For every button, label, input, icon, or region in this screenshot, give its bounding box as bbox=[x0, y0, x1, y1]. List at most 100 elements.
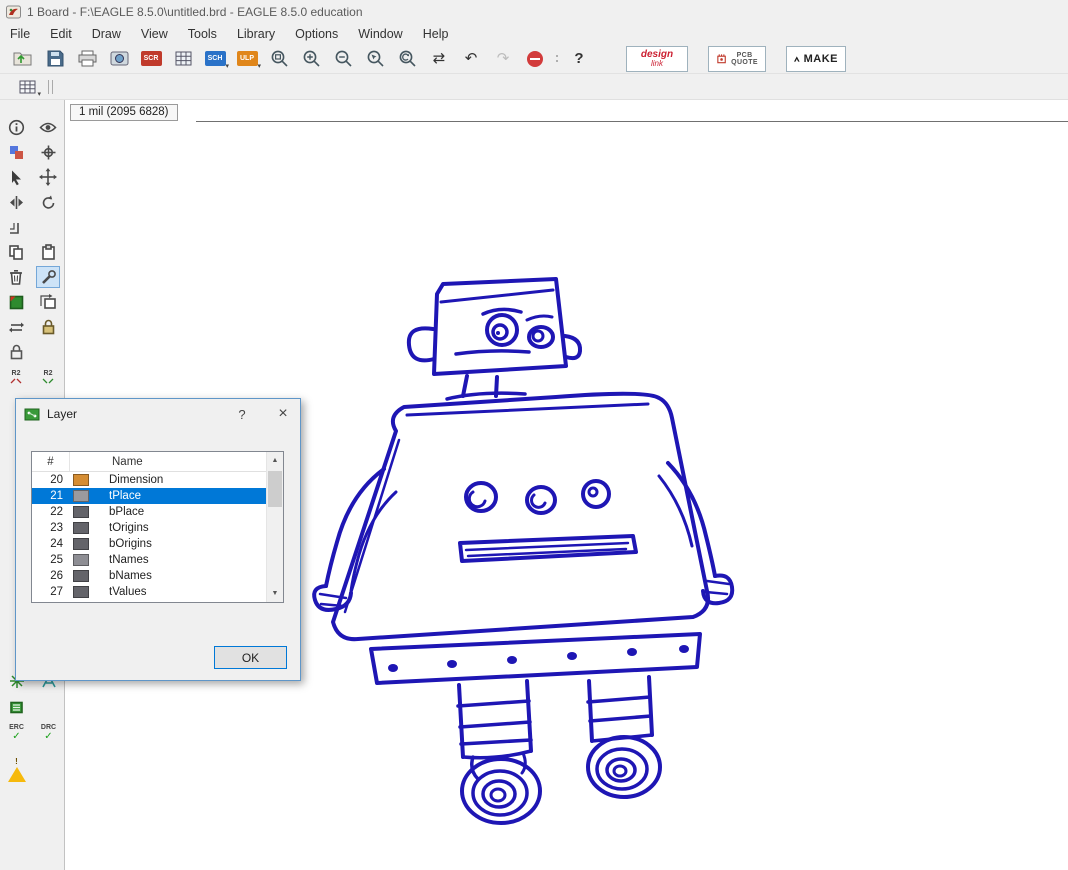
menu-file[interactable]: File bbox=[0, 25, 40, 43]
layer-color-swatch[interactable] bbox=[73, 554, 89, 566]
layer-row[interactable]: 22 bPlace bbox=[32, 504, 283, 520]
help-button[interactable]: ? bbox=[566, 47, 592, 71]
robot-neck bbox=[445, 374, 527, 401]
layer-row[interactable]: 23 tOrigins bbox=[32, 520, 283, 536]
wire-bend-tool[interactable] bbox=[4, 216, 28, 238]
paste-tool[interactable] bbox=[36, 241, 60, 263]
make-label: MAKE bbox=[803, 52, 838, 65]
layer-color-swatch[interactable] bbox=[73, 570, 89, 582]
print-button[interactable] bbox=[74, 47, 100, 71]
lock-tool[interactable] bbox=[4, 341, 28, 363]
design-link-button[interactable]: design link bbox=[626, 45, 688, 72]
layer-row[interactable]: 27 tValues bbox=[32, 584, 283, 600]
copy-tool[interactable] bbox=[4, 241, 28, 263]
layer-row[interactable]: 25 tNames bbox=[32, 552, 283, 568]
robot-head bbox=[406, 277, 583, 376]
layer-color-swatch[interactable] bbox=[73, 506, 89, 518]
miter-tool[interactable] bbox=[36, 316, 60, 338]
script-button[interactable]: SCR bbox=[138, 47, 164, 71]
column-number: # bbox=[32, 452, 70, 471]
pcb-chip-icon bbox=[717, 53, 726, 63]
zoom-select-button[interactable] bbox=[362, 47, 388, 71]
layer-color-swatch[interactable] bbox=[73, 522, 89, 534]
redo-button[interactable]: ↷ bbox=[490, 47, 516, 71]
ok-button[interactable]: OK bbox=[214, 646, 287, 669]
schematic-button[interactable]: SCH ▾ bbox=[202, 47, 229, 71]
menu-help[interactable]: Help bbox=[413, 25, 459, 43]
rect-tool[interactable] bbox=[4, 291, 28, 313]
grid-settings-button[interactable]: ▾ bbox=[14, 75, 41, 99]
scroll-down-icon[interactable]: ▼ bbox=[267, 585, 283, 602]
open-button[interactable] bbox=[10, 47, 36, 71]
layer-number: 21 bbox=[50, 490, 63, 502]
rotate-tool[interactable] bbox=[36, 191, 60, 213]
show-tool[interactable] bbox=[36, 116, 60, 138]
smash-icon: R2 bbox=[10, 370, 22, 384]
ic-chip-icon bbox=[10, 701, 23, 713]
undo-button[interactable]: ↶ bbox=[458, 47, 484, 71]
menu-view[interactable]: View bbox=[131, 25, 178, 43]
layer-color-swatch[interactable] bbox=[73, 490, 89, 502]
menu-tools[interactable]: Tools bbox=[178, 25, 227, 43]
menu-draw[interactable]: Draw bbox=[82, 25, 131, 43]
errors-indicator[interactable]: ! bbox=[5, 748, 29, 782]
layer-color-swatch[interactable] bbox=[73, 474, 89, 486]
drc-button[interactable]: DRC ✓ bbox=[37, 722, 61, 744]
scrollbar-thumb[interactable] bbox=[268, 471, 282, 507]
menu-options[interactable]: Options bbox=[285, 25, 348, 43]
dialog-help-button[interactable]: ? bbox=[225, 399, 259, 429]
zoom-out-button[interactable] bbox=[330, 47, 356, 71]
grid-button[interactable] bbox=[170, 47, 196, 71]
zoom-in-button[interactable] bbox=[298, 47, 324, 71]
toolbar-separator bbox=[554, 55, 560, 62]
dialog-close-button[interactable]: × bbox=[266, 399, 300, 429]
robot-legs bbox=[456, 675, 654, 760]
zoom-redraw-button[interactable] bbox=[394, 47, 420, 71]
dialog-title: Layer bbox=[47, 407, 78, 421]
refresh-button[interactable]: ⇄ bbox=[426, 47, 452, 71]
select-tool[interactable] bbox=[4, 166, 28, 188]
layer-row[interactable]: 26 bNames bbox=[32, 568, 283, 584]
unsmash-tool[interactable]: R2 bbox=[36, 366, 60, 388]
menu-edit[interactable]: Edit bbox=[40, 25, 82, 43]
layer-dialog-titlebar[interactable]: Layer ? × bbox=[16, 399, 300, 429]
move-icon bbox=[39, 168, 57, 186]
scroll-up-icon[interactable]: ▲ bbox=[267, 452, 283, 469]
pcb-quote-button[interactable]: PCB QUOTE bbox=[708, 45, 766, 72]
zoom-fit-button[interactable] bbox=[266, 47, 292, 71]
table-scrollbar[interactable]: ▲ ▼ bbox=[266, 452, 283, 602]
move-tool[interactable] bbox=[36, 166, 60, 188]
display-layers-tool[interactable] bbox=[4, 141, 28, 163]
column-name: Name bbox=[112, 456, 143, 468]
erc-button[interactable]: ERC ✓ bbox=[5, 722, 29, 744]
save-button[interactable] bbox=[42, 47, 68, 71]
layer-row[interactable]: 24 bOrigins bbox=[32, 536, 283, 552]
layer-number: 20 bbox=[50, 474, 63, 486]
layer-row-selected[interactable]: 21 tPlace bbox=[32, 488, 283, 504]
command-input[interactable] bbox=[195, 102, 1068, 122]
mirror-tool[interactable] bbox=[4, 191, 28, 213]
layer-color-swatch[interactable] bbox=[73, 586, 89, 598]
layer-number: 24 bbox=[50, 538, 63, 550]
layer-color-swatch[interactable] bbox=[73, 538, 89, 550]
split-tool[interactable] bbox=[4, 316, 28, 338]
stop-button[interactable] bbox=[522, 47, 548, 71]
mark-tool[interactable] bbox=[36, 141, 60, 163]
layer-row[interactable]: 20 Dimension bbox=[32, 472, 283, 488]
menu-window[interactable]: Window bbox=[348, 25, 412, 43]
make-button[interactable]: MAKE bbox=[786, 45, 846, 72]
smash-tool[interactable]: R2 bbox=[4, 366, 28, 388]
image-export-button[interactable] bbox=[106, 47, 132, 71]
delete-tool[interactable] bbox=[4, 266, 28, 288]
footprint-tool[interactable] bbox=[5, 696, 29, 718]
ulp-button[interactable]: ULP ▾ bbox=[234, 47, 261, 71]
window-title: 1 Board - F:\EAGLE 8.5.0\untitled.brd - … bbox=[27, 5, 363, 19]
check-icon: ✓ bbox=[44, 731, 53, 742]
wrench-tool[interactable] bbox=[36, 266, 60, 288]
menu-library[interactable]: Library bbox=[227, 25, 285, 43]
mirror-icon bbox=[9, 195, 23, 209]
replace-tool[interactable] bbox=[36, 291, 60, 313]
info-tool[interactable] bbox=[4, 116, 28, 138]
menu-bar: File Edit Draw View Tools Library Option… bbox=[0, 24, 1068, 44]
layer-number: 26 bbox=[50, 570, 63, 582]
